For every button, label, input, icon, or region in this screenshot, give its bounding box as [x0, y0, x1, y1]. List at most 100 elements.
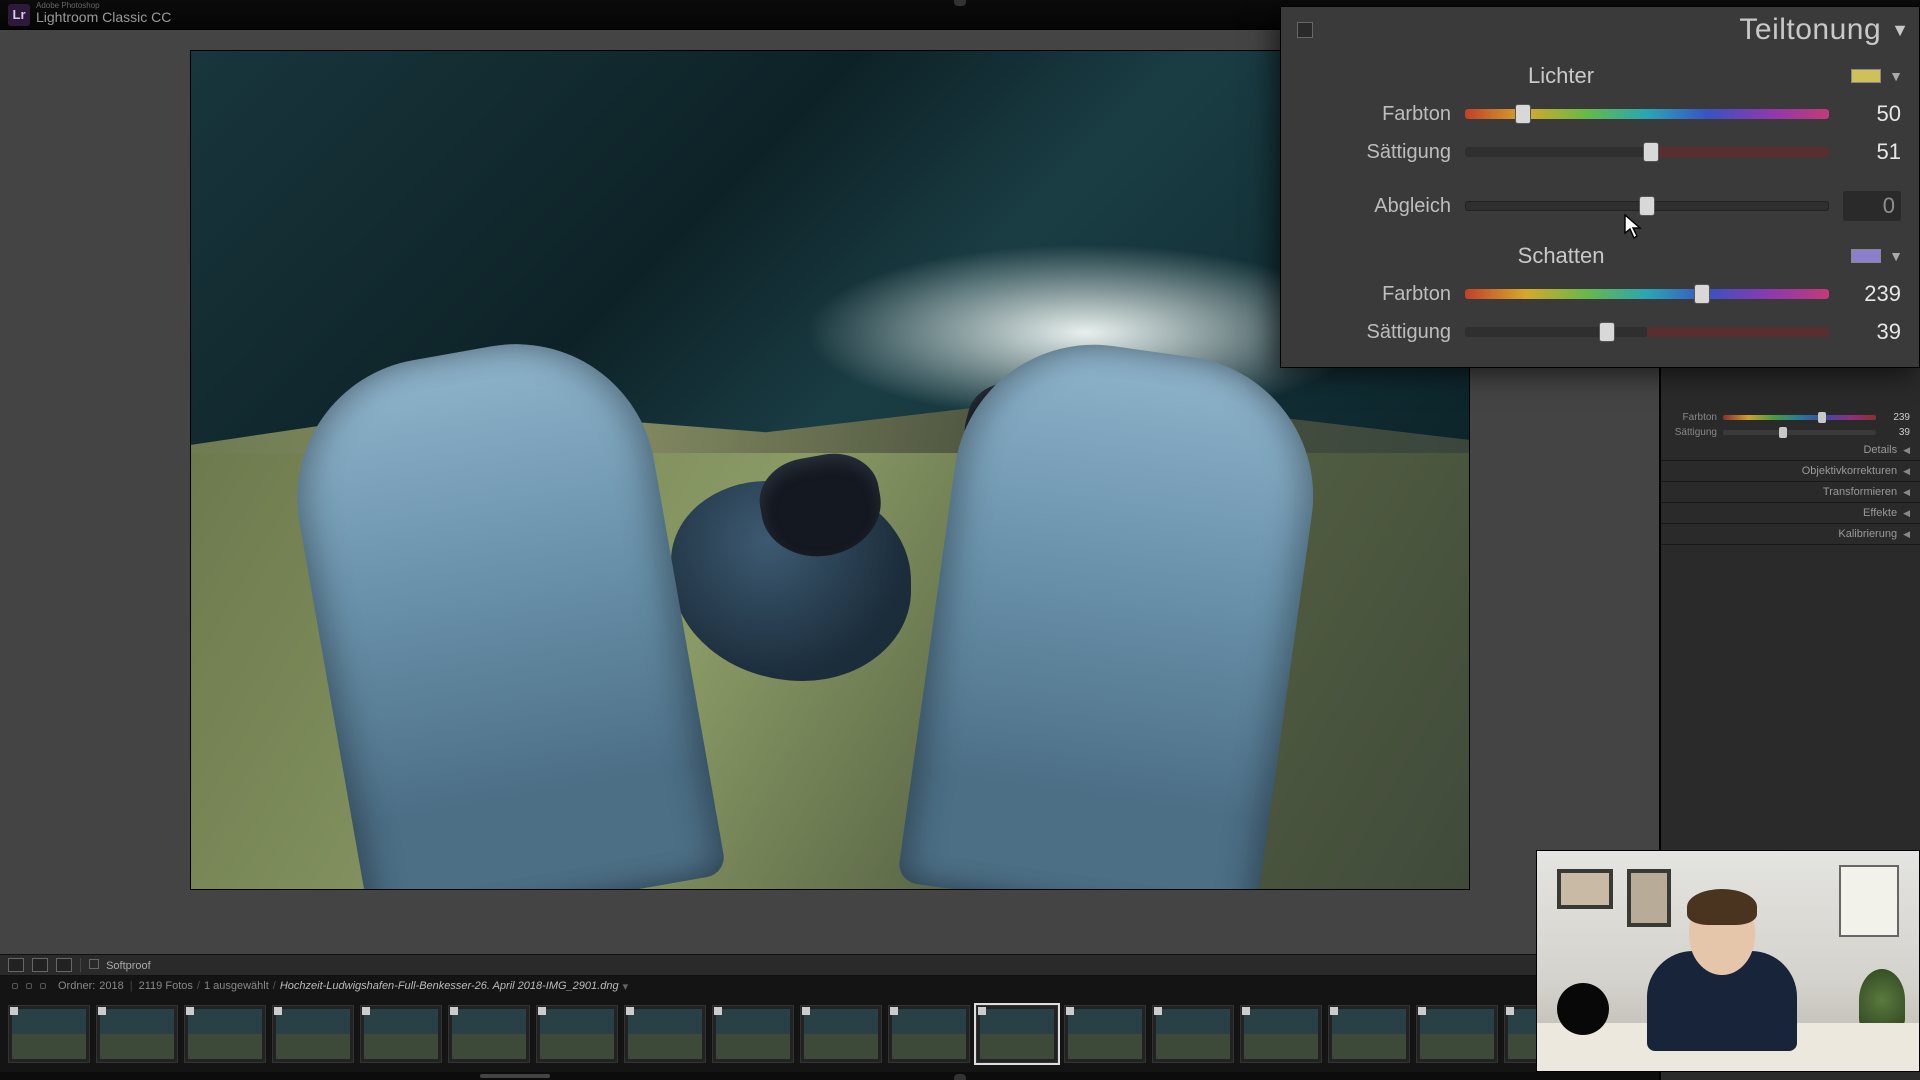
filmstrip-thumb[interactable]	[448, 1005, 530, 1063]
mini-hue-value[interactable]: 239	[1882, 412, 1910, 423]
panel-switch-icon[interactable]	[1297, 22, 1313, 38]
filmstrip-thumb[interactable]	[1240, 1005, 1322, 1063]
balance-value[interactable]: 0	[1843, 191, 1901, 221]
shadows-section-header: Schatten ▼	[1281, 237, 1919, 275]
shadows-sat-slider[interactable]	[1465, 327, 1829, 337]
filmstrip-scrollbar[interactable]	[0, 1072, 1659, 1080]
filmstrip-thumb[interactable]	[360, 1005, 442, 1063]
view-loupe-icon[interactable]	[8, 958, 24, 972]
filmstrip-thumb[interactable]	[1416, 1005, 1498, 1063]
webcam-plant	[1859, 969, 1905, 1031]
flag-icon[interactable]	[1506, 1007, 1514, 1015]
filmstrip-thumb[interactable]	[184, 1005, 266, 1063]
flag-icon[interactable]	[890, 1007, 898, 1015]
chevron-left-icon: ◀	[1903, 508, 1910, 519]
flag-icon[interactable]	[1154, 1007, 1162, 1015]
mini-hue-label: Farbton	[1671, 412, 1717, 423]
flag-icon[interactable]	[978, 1007, 986, 1015]
mini-hue-slider[interactable]	[1723, 415, 1876, 420]
panel-header-effekte[interactable]: Effekte◀	[1661, 503, 1920, 524]
flag-icon[interactable]	[10, 1007, 18, 1015]
flag-icon[interactable]	[274, 1007, 282, 1015]
shadows-hue-slider[interactable]	[1465, 289, 1829, 299]
flag-icon[interactable]	[1330, 1007, 1338, 1015]
panel-header-objektivkorrekturen[interactable]: Objektivkorrekturen◀	[1661, 461, 1920, 482]
highlights-section-header: Lichter ▼	[1281, 57, 1919, 95]
filmstrip-thumb[interactable]	[1064, 1005, 1146, 1063]
shadows-hue-row: Farbton 239	[1281, 275, 1919, 313]
highlights-sat-value[interactable]: 51	[1843, 139, 1901, 165]
panel-header[interactable]: Teiltonung ▼	[1281, 7, 1919, 57]
flag-icon[interactable]	[362, 1007, 370, 1015]
filmstrip-thumb[interactable]	[1328, 1005, 1410, 1063]
balance-slider[interactable]	[1465, 201, 1829, 211]
view-before-after-icon[interactable]	[32, 958, 48, 972]
shadows-color-swatch[interactable]	[1851, 249, 1881, 263]
highlights-hue-slider[interactable]	[1465, 109, 1829, 119]
highlights-color-swatch[interactable]	[1851, 69, 1881, 83]
slider-handle[interactable]	[1643, 142, 1659, 162]
flag-icon[interactable]	[186, 1007, 194, 1015]
panel-header-transformieren[interactable]: Transformieren◀	[1661, 482, 1920, 503]
panel-label: Kalibrierung	[1838, 528, 1897, 540]
shadows-sat-value[interactable]: 39	[1843, 319, 1901, 345]
thumb-image	[804, 1009, 878, 1059]
grid-icon[interactable]	[40, 983, 46, 989]
filmstrip-thumb[interactable]	[624, 1005, 706, 1063]
highlights-sat-slider[interactable]	[1465, 147, 1829, 157]
filmstrip-thumb[interactable]	[536, 1005, 618, 1063]
highlights-hue-row: Farbton 50	[1281, 95, 1919, 133]
mini-sat-slider[interactable]	[1723, 430, 1876, 435]
filmstrip-thumb[interactable]	[976, 1005, 1058, 1063]
flag-icon[interactable]	[538, 1007, 546, 1015]
current-filename: Hochzeit-Ludwigshafen-Full-Benkesser-26.…	[280, 980, 619, 992]
filmstrip[interactable]	[0, 996, 1659, 1072]
view-grid-icon[interactable]	[56, 958, 72, 972]
collapse-icon[interactable]: ▼	[1891, 20, 1909, 41]
chevron-down-icon[interactable]: ▼	[1889, 68, 1903, 84]
nav-back-icon[interactable]	[12, 983, 18, 989]
filmstrip-thumb[interactable]	[272, 1005, 354, 1063]
softproof-toggle[interactable]: Softproof	[89, 959, 151, 972]
flag-icon[interactable]	[98, 1007, 106, 1015]
panel-header-kalibrierung[interactable]: Kalibrierung ◀	[1661, 524, 1920, 545]
filmstrip-thumb[interactable]	[712, 1005, 794, 1063]
flag-icon[interactable]	[450, 1007, 458, 1015]
highlights-hue-value[interactable]: 50	[1843, 101, 1901, 127]
slider-handle[interactable]	[1599, 322, 1615, 342]
loupe-toolbar: Softproof	[0, 954, 1659, 976]
slider-handle[interactable]	[1639, 196, 1655, 216]
flag-icon[interactable]	[626, 1007, 634, 1015]
scrollbar-handle[interactable]	[480, 1074, 550, 1078]
slider-handle[interactable]	[1779, 427, 1787, 438]
filmstrip-thumb[interactable]	[1152, 1005, 1234, 1063]
thumb-image	[276, 1009, 350, 1059]
flag-icon[interactable]	[1242, 1007, 1250, 1015]
flag-icon[interactable]	[1066, 1007, 1074, 1015]
panel-header-details[interactable]: Details◀	[1661, 440, 1920, 461]
filmstrip-thumb[interactable]	[888, 1005, 970, 1063]
split-toning-panel: Teiltonung ▼ Lichter ▼ Farbton 50 Sättig…	[1280, 6, 1920, 368]
slider-handle[interactable]	[1515, 104, 1531, 124]
chevron-down-icon[interactable]: ▼	[1889, 248, 1903, 264]
checkbox-icon[interactable]	[89, 959, 99, 969]
photo-preview[interactable]	[190, 50, 1470, 890]
filmstrip-thumb[interactable]	[96, 1005, 178, 1063]
filmstrip-thumb[interactable]	[8, 1005, 90, 1063]
panel-label: Details	[1863, 444, 1897, 456]
filmstrip-thumb[interactable]	[800, 1005, 882, 1063]
nav-fwd-icon[interactable]	[26, 983, 32, 989]
slider-handle[interactable]	[1818, 412, 1826, 423]
webcam-window	[1839, 865, 1899, 937]
mini-sat-value[interactable]: 39	[1882, 427, 1910, 438]
bottom-panel-toggle-icon[interactable]	[954, 1074, 966, 1080]
flag-icon[interactable]	[1418, 1007, 1426, 1015]
flag-icon[interactable]	[714, 1007, 722, 1015]
flag-icon[interactable]	[802, 1007, 810, 1015]
folder-name[interactable]: 2018	[99, 980, 123, 992]
softproof-label: Softproof	[106, 960, 151, 972]
shadows-hue-value[interactable]: 239	[1843, 281, 1901, 307]
slider-handle[interactable]	[1694, 284, 1710, 304]
top-panel-toggle-icon[interactable]	[954, 0, 966, 6]
chevron-left-icon: ◀	[1903, 529, 1910, 540]
